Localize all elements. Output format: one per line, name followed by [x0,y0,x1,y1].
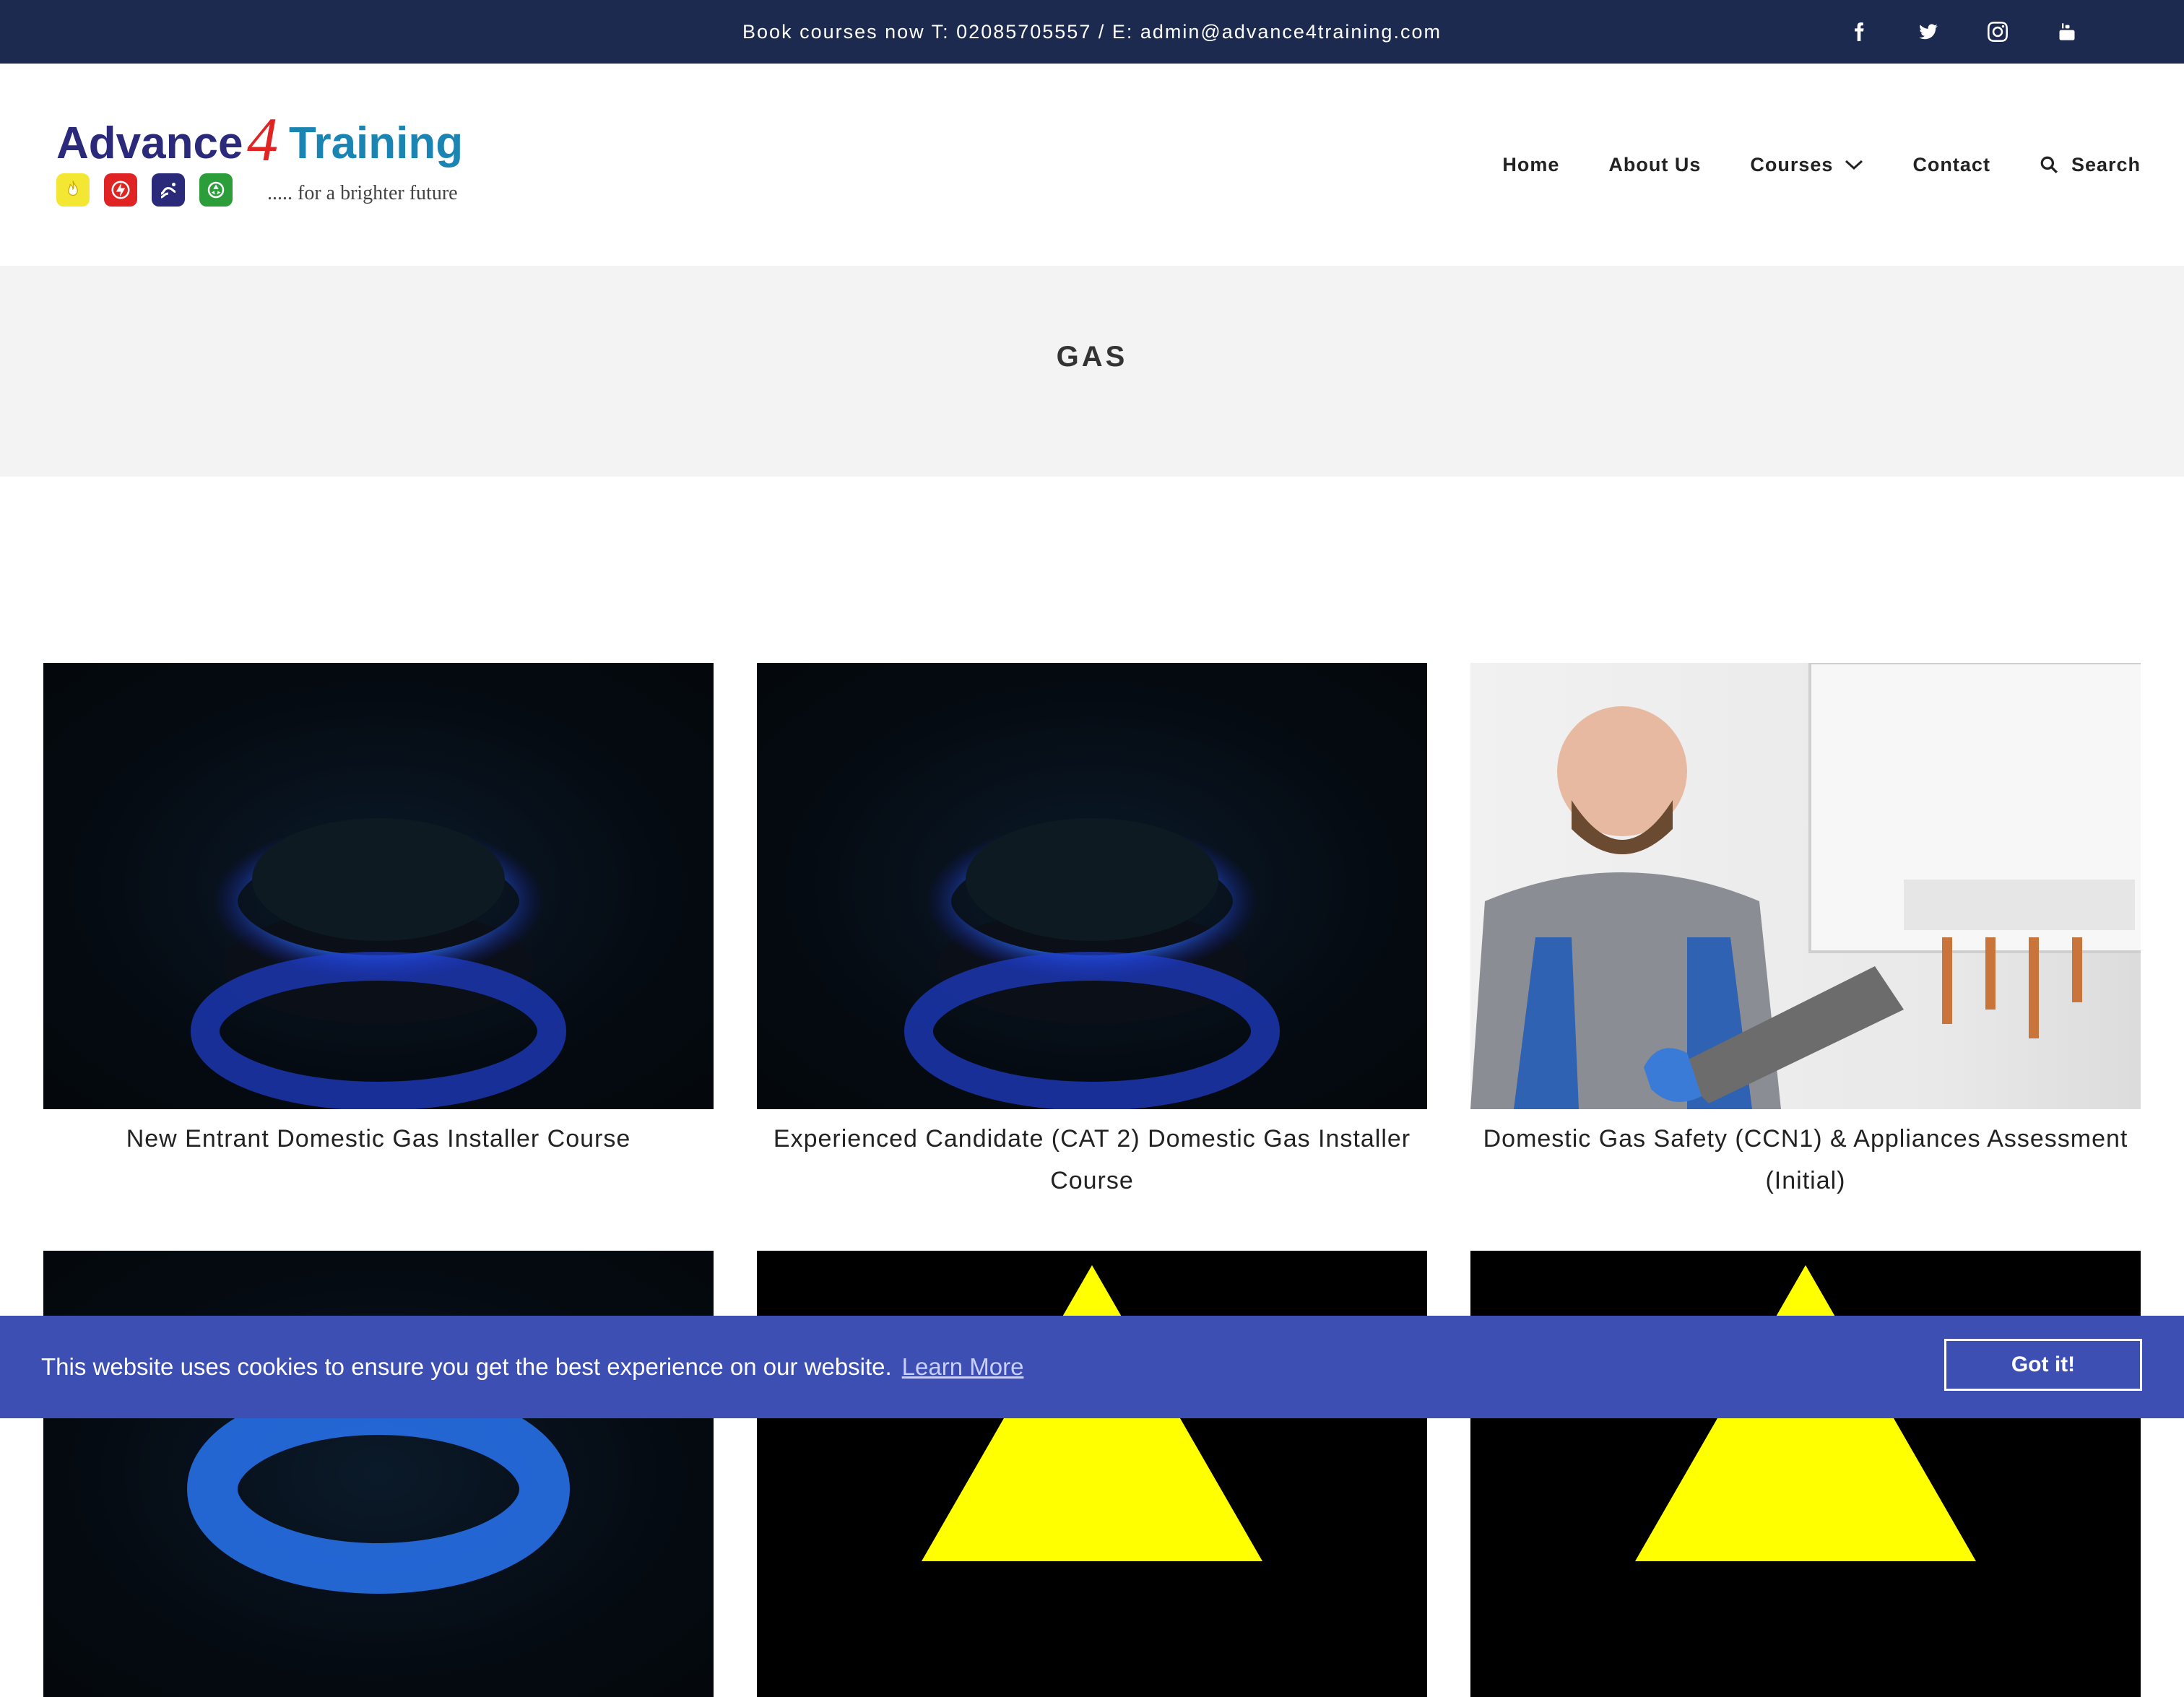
course-card[interactable]: Experienced Candidate (CAT 2) Domestic G… [757,663,1427,1202]
course-image-gas-flame[interactable] [757,663,1427,1109]
facebook-icon[interactable] [1843,16,1875,48]
main-nav: Home About Us Courses Contact Search [1453,149,2141,181]
nav-contact[interactable]: Contact [1912,154,1990,176]
nav-search[interactable]: Search [2040,154,2141,176]
nav-home[interactable]: Home [1502,154,1559,176]
course-title[interactable]: Experienced Candidate (CAT 2) Domestic G… [757,1118,1427,1202]
site-header: Advance 4 Training ..... for a brighter … [0,64,2184,266]
technician-illustration [1470,663,2141,1109]
nav-contact-label: Contact [1912,153,1990,175]
course-card[interactable]: Domestic Gas Safety (CCN1) & Appliances … [1470,663,2141,1202]
logo-advance-text: Advance [56,118,243,168]
youtube-icon[interactable] [2051,16,2083,48]
logo-badges [56,173,233,207]
top-bar: Book courses now T: 02085705557 / E: adm… [0,0,2184,64]
instagram-icon[interactable] [1982,16,2014,48]
cookie-accept-button[interactable]: Got it! [1944,1339,2142,1391]
nav-about-us[interactable]: About Us [1608,154,1701,176]
page-banner: GAS [0,266,2184,477]
nav-about-label: About Us [1608,153,1702,175]
nav-courses[interactable]: Courses [1750,154,1863,176]
social-links [1843,16,2083,48]
nav-courses-label: Courses [1750,153,1834,175]
course-title[interactable]: Domestic Gas Safety (CCN1) & Appliances … [1470,1118,2141,1202]
logo-training-text: Training [289,118,464,168]
course-card[interactable]: New Entrant Domestic Gas Installer Cours… [43,663,714,1160]
logo-tagline: ..... for a brighter future [267,182,458,204]
gas-flame-illustration [901,797,1283,1109]
site-logo[interactable]: Advance 4 Training ..... for a brighter … [56,108,468,208]
logo-four-text: 4 [247,105,278,174]
gas-flame-illustration [187,797,570,1109]
plumbing-icon [152,173,185,207]
cookie-message-text: This website uses cookies to ensure you … [41,1353,892,1380]
renewable-icon [199,173,233,207]
search-icon [2040,156,2058,173]
course-title[interactable]: New Entrant Domestic Gas Installer Cours… [43,1118,714,1160]
nav-search-label: Search [2071,153,2141,175]
flame-icon [56,173,90,207]
learn-more-link[interactable]: Learn More [902,1353,1024,1380]
electric-icon [104,173,137,207]
chevron-down-icon [1845,160,1863,170]
twitter-icon[interactable] [1912,16,1944,48]
course-image-technician[interactable] [1470,663,2141,1109]
nav-home-label: Home [1502,153,1560,175]
cookie-banner: This website uses cookies to ensure you … [0,1316,2184,1418]
cookie-message: This website uses cookies to ensure you … [41,1316,1023,1418]
course-image-gas-flame[interactable] [43,663,714,1109]
page-title: GAS [1056,341,1128,373]
